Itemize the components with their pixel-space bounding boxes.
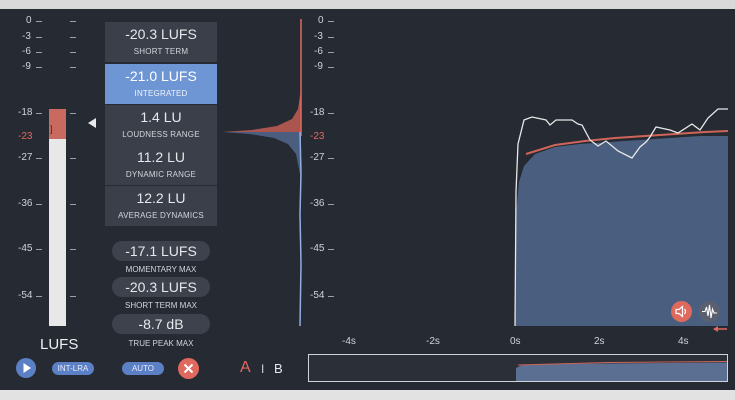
play-icon[interactable]	[16, 358, 36, 378]
stat-integrated[interactable]: -21.0 LUFS INTEGRATED	[105, 64, 217, 104]
stat-value: 12.2 LU	[136, 190, 186, 206]
target-marker-icon	[713, 326, 727, 332]
loudness-meter-bar	[49, 109, 66, 326]
stat-value: 11.2 LU	[137, 149, 185, 165]
window-bottom-strip	[0, 390, 735, 400]
history-scale-label: -54	[310, 290, 325, 301]
history-scale-label-target: -23	[310, 131, 325, 142]
stat-name: INTEGRATED	[134, 89, 188, 98]
time-label: 2s	[594, 336, 605, 347]
close-icon[interactable]	[178, 358, 199, 379]
stat-name: AVERAGE DYNAMICS	[118, 211, 204, 220]
time-label: -4s	[342, 336, 356, 347]
meter-scale-label: -54	[18, 290, 33, 301]
history-scale-label: 0	[318, 15, 324, 26]
meter-scale-label: -18	[18, 107, 33, 118]
short-term-max-label: SHORT TERM MAX	[124, 301, 197, 310]
time-label: -2s	[426, 336, 440, 347]
stat-value: -21.0 LUFS	[125, 68, 197, 84]
stat-name: SHORT TERM	[133, 47, 189, 56]
meter-scale-label: -6	[22, 46, 31, 57]
history-scale-label: -9	[314, 61, 323, 72]
history-scale-label: -36	[310, 198, 325, 209]
stat-value: -20.3 LUFS	[125, 26, 197, 42]
window-top-strip	[0, 0, 735, 9]
meter-scale-label: -45	[18, 243, 33, 254]
stat-value: 1.4 LU	[140, 109, 182, 125]
time-label: 4s	[678, 336, 689, 347]
stat-name: DYNAMIC RANGE	[125, 170, 197, 179]
short-term-max-value[interactable]: -20.3 LUFS	[112, 277, 210, 297]
meter-scale-label: 0	[26, 15, 32, 26]
stat-loudness-range[interactable]: 1.4 LU LOUDNESS RANGE	[105, 105, 217, 145]
history-scale-label: -27	[310, 152, 325, 163]
overview-scrollbar[interactable]	[308, 354, 728, 382]
meter-scale-label: -36	[18, 198, 33, 209]
meter-scale-label: -27	[18, 152, 33, 163]
true-peak-max-label: TRUE PEAK MAX	[128, 339, 194, 348]
meter-scale-label: -9	[22, 61, 31, 72]
waveform-icon[interactable]	[699, 301, 720, 322]
ab-button-b[interactable]: B	[274, 361, 283, 376]
true-peak-max-value[interactable]: -8.7 dB	[112, 314, 210, 334]
momentary-max-value[interactable]: -17.1 LUFS	[112, 241, 210, 261]
history-scale-label: -18	[310, 107, 325, 118]
stat-average-dynamics[interactable]: 12.2 LU AVERAGE DYNAMICS	[105, 186, 217, 226]
loudness-histogram	[222, 19, 302, 327]
meter-unit-label: LUFS	[40, 336, 79, 353]
target-arrow-icon[interactable]	[86, 117, 98, 129]
speaker-icon[interactable]	[671, 301, 692, 322]
ab-button-a[interactable]: A	[240, 359, 251, 377]
auto-button[interactable]: AUTO	[122, 362, 164, 375]
stat-name: LOUDNESS RANGE	[122, 130, 200, 139]
history-scale-label: -3	[314, 31, 323, 42]
history-scale-label: -6	[314, 46, 323, 57]
stat-dynamic-range[interactable]: 11.2 LU DYNAMIC RANGE	[105, 145, 217, 185]
loudness-history-graph	[514, 108, 728, 327]
ab-separator: I	[261, 362, 265, 376]
history-scale-label: -45	[310, 243, 325, 254]
int-lra-button[interactable]: INT-LRA	[52, 362, 94, 375]
meter-bracket-indicator: [ ]	[45, 124, 53, 134]
meter-scale-label: -3	[22, 31, 31, 42]
momentary-max-label: MOMENTARY MAX	[125, 265, 197, 274]
meter-scale-label-target: -23	[18, 131, 33, 142]
loudness-meter-app: 0 -3 -6 -9 -18 -23 -27 -36 -45 -54 [ ] L…	[0, 0, 735, 400]
stat-short-term[interactable]: -20.3 LUFS SHORT TERM	[105, 22, 217, 62]
time-label: 0s	[510, 336, 521, 347]
